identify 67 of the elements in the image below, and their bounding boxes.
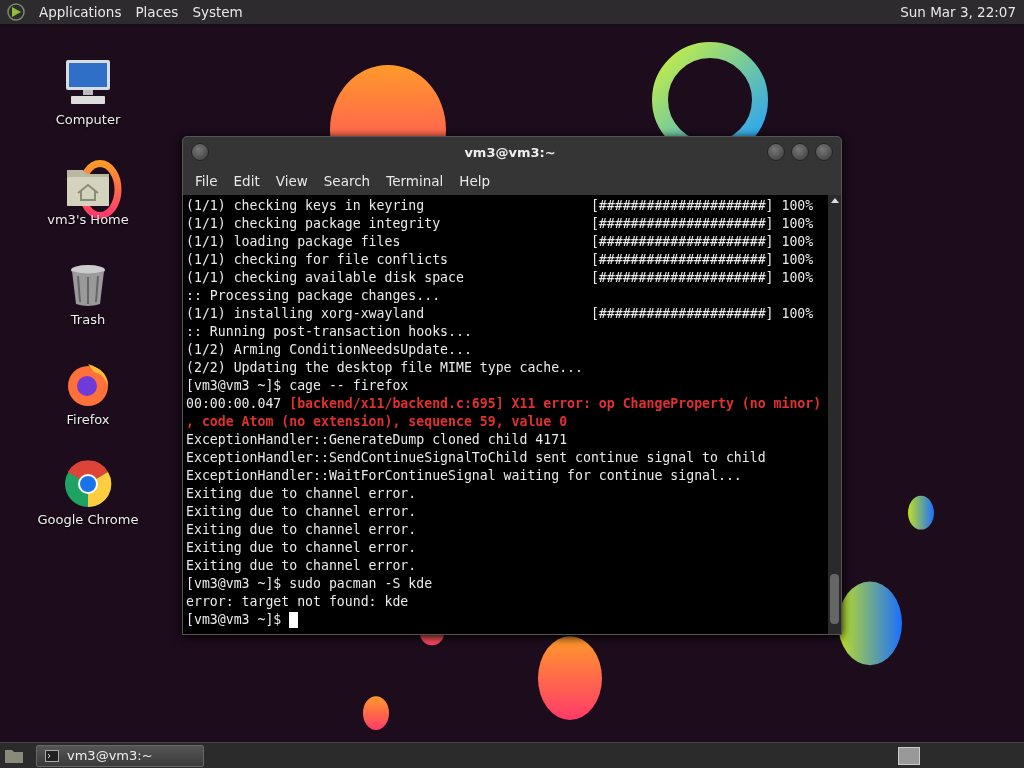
menu-item[interactable]: Search: [315, 173, 379, 189]
terminal-line: (1/1) checking for file conflicts: [186, 251, 449, 269]
progress-bar-text: [#####################]: [590, 251, 774, 269]
progress-bar-text: [#####################]: [590, 269, 774, 287]
terminal-line: Exiting due to channel error.: [186, 539, 417, 557]
percent-text: 100%: [781, 251, 814, 269]
terminal-line: Exiting due to channel error.: [186, 521, 417, 539]
terminal-line: [vm3@vm3 ~]$ cage -- firefox: [186, 377, 409, 395]
panel-menu[interactable]: Applications: [32, 4, 129, 20]
panel-menu[interactable]: System: [185, 4, 250, 20]
panel-menu[interactable]: Places: [128, 4, 186, 20]
terminal-line: ExceptionHandler::SendContinueSignalToChild sent continue signal to child: [186, 449, 766, 467]
desktop-icon-label[interactable]: vm3's Home: [47, 212, 129, 227]
terminal-line: Exiting due to channel error.: [186, 557, 417, 575]
browser-icon[interactable]: [64, 460, 112, 508]
percent-text: 100%: [781, 197, 814, 215]
desktop-icon-label[interactable]: Google Chrome: [37, 512, 139, 527]
scrollbar[interactable]: [828, 195, 841, 634]
terminal-line: (1/1) checking package integrity: [186, 215, 442, 233]
menu-item[interactable]: View: [267, 173, 316, 189]
desktop-icon-label[interactable]: Firefox: [66, 412, 110, 427]
terminal-line: (1/1) installing xorg-xwayland: [186, 305, 426, 323]
progress-bar-text: [#####################]: [590, 197, 774, 215]
terminal-line: ExceptionHandler::GenerateDump cloned child 4171: [186, 431, 568, 449]
terminal-line: (1/2) Arming ConditionNeedsUpdate...: [186, 341, 472, 359]
window-menu-button[interactable]: [191, 143, 209, 161]
terminal-icon: [45, 749, 59, 762]
terminal-line: (2/2) Updating the desktop file MIME type cache...: [186, 359, 583, 377]
text-cursor: [289, 612, 299, 628]
percent-text: 100%: [781, 233, 814, 251]
logo-icon[interactable]: [6, 2, 26, 22]
menu-item[interactable]: File: [187, 173, 226, 189]
desktop-icon-label[interactable]: Trash: [70, 312, 106, 327]
desktop-icon-label[interactable]: Computer: [55, 112, 121, 127]
terminal-line: (1/1) loading package files: [186, 233, 402, 251]
error-line: , code Atom (no extension), sequence 59, value 0: [186, 413, 568, 431]
progress-bar-text: [#####################]: [590, 233, 774, 251]
percent-text: 100%: [781, 269, 814, 287]
show-desktop-icon[interactable]: [4, 747, 24, 764]
taskbar-button[interactable]: vm3@vm3:~: [36, 744, 204, 767]
scroll-up-icon[interactable]: [831, 198, 839, 203]
terminal-line: :: Processing package changes...: [186, 287, 441, 305]
menu-item[interactable]: Terminal: [378, 173, 452, 189]
trash-icon[interactable]: [68, 264, 108, 308]
window-title: vm3@vm3:~: [463, 144, 557, 160]
close-button[interactable]: [815, 143, 833, 161]
terminal-line: Exiting due to channel error.: [186, 485, 417, 503]
shell-prompt: [vm3@vm3 ~]$: [186, 611, 282, 629]
terminal-line: (1/1) checking keys in keyring: [186, 197, 426, 215]
terminal-line: Exiting due to channel error.: [186, 503, 417, 521]
terminal-line: :: Running post-transaction hooks...: [186, 323, 472, 341]
progress-bar-text: [#####################]: [590, 305, 774, 323]
terminal-line: error: target not found: kde: [186, 593, 409, 611]
terminal-line: [vm3@vm3 ~]$ sudo pacman -S kde: [186, 575, 433, 593]
menu-item[interactable]: Edit: [225, 173, 268, 189]
terminal-line: (1/1) checking available disk space: [186, 269, 465, 287]
error-line: 00:00:00.047 [backend/x11/backend.c:695] X11 error: op ChangeProperty (no minor): [186, 395, 822, 413]
terminal-line: ExceptionHandler::WaitForContinueSignal waiting for continue signal...: [186, 467, 742, 485]
menu-item[interactable]: Help: [451, 173, 499, 189]
workspace-switcher[interactable]: [898, 746, 920, 765]
minimize-button[interactable]: [767, 143, 785, 161]
percent-text: 100%: [781, 215, 814, 233]
percent-text: 100%: [781, 305, 814, 323]
clock[interactable]: Sun Mar 3, 22:07: [900, 4, 1016, 20]
maximize-button[interactable]: [791, 143, 809, 161]
progress-bar-text: [#####################]: [590, 215, 774, 233]
scrollbar-thumb[interactable]: [830, 574, 839, 624]
